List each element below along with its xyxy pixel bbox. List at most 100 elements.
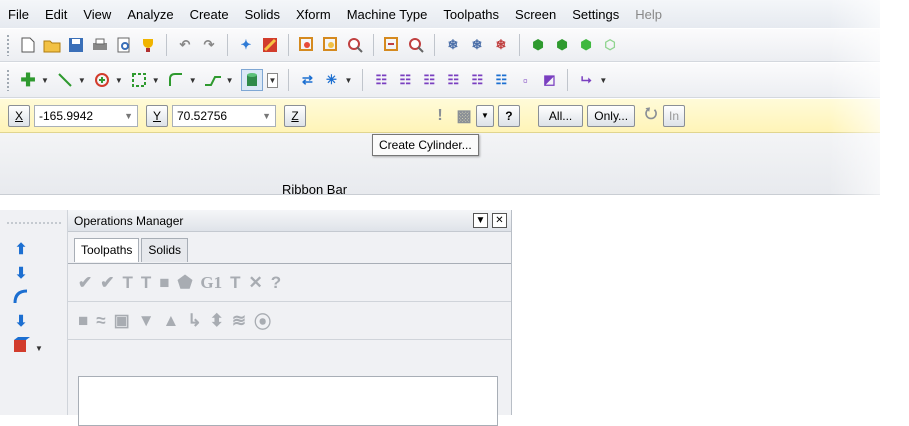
create-cylinder-icon[interactable]	[240, 69, 263, 91]
toggle-display-icon[interactable]: ≈	[96, 311, 105, 331]
shade-2-icon[interactable]: ⬢	[553, 36, 571, 54]
xform-3-icon[interactable]: ☷	[420, 71, 438, 89]
tab-toolpaths[interactable]: Toolpaths	[74, 238, 140, 262]
xform-2-icon[interactable]: ☷	[396, 71, 414, 89]
toolbar-grip[interactable]	[6, 222, 62, 224]
chevron-down-icon[interactable]: ▼	[599, 76, 607, 85]
fit-icon[interactable]: ✦	[237, 36, 255, 54]
move-up-icon[interactable]: ▲	[163, 311, 180, 331]
backplot-icon[interactable]: ■	[159, 273, 169, 293]
create-fillet-icon[interactable]	[167, 71, 185, 89]
help-icon[interactable]: ?	[497, 104, 520, 127]
print-icon[interactable]	[91, 36, 109, 54]
close-icon[interactable]: ✕	[492, 213, 507, 228]
xform-5-icon[interactable]: ☷	[468, 71, 486, 89]
xform-7-icon[interactable]: ▫	[516, 71, 534, 89]
chevron-down-icon[interactable]: ▼	[152, 76, 160, 85]
operations-tree[interactable]	[78, 376, 498, 426]
solid-cube-icon[interactable]	[12, 336, 30, 354]
tab-solids[interactable]: Solids	[141, 238, 189, 262]
gview-front-icon[interactable]: ❄	[468, 36, 486, 54]
new-file-icon[interactable]	[19, 36, 37, 54]
highfeed-icon[interactable]: T	[230, 273, 240, 293]
select-all-ops-icon[interactable]: ✔	[78, 273, 92, 293]
arrow-up-icon[interactable]: ⬆	[12, 240, 30, 258]
zoom-prev-icon[interactable]	[407, 36, 425, 54]
dimension-icon[interactable]: ⇄	[298, 71, 316, 89]
shade-3-icon[interactable]: ⬢	[577, 36, 595, 54]
trophy-icon[interactable]	[139, 36, 157, 54]
post-icon[interactable]: G1	[200, 273, 222, 293]
shade-4-icon[interactable]: ⬡	[601, 36, 619, 54]
menu-help[interactable]: Help	[635, 7, 662, 22]
menu-settings[interactable]: Settings	[572, 7, 619, 22]
shade-1-icon[interactable]: ⬢	[529, 36, 547, 54]
arrow-down-icon[interactable]: ⬇	[12, 264, 30, 282]
create-point-icon[interactable]: ✚	[19, 70, 37, 90]
select-only-button[interactable]: Only...	[587, 104, 636, 127]
lock-icon[interactable]: ■	[78, 311, 88, 331]
exclamation-icon[interactable]: !	[431, 107, 449, 125]
scroll-icon[interactable]: ⬍	[210, 311, 224, 331]
redo-icon[interactable]: ↷	[200, 36, 218, 54]
flag-icon[interactable]: ⦿	[254, 308, 271, 333]
xform-6-icon[interactable]: ☷	[492, 71, 510, 89]
chevron-down-icon[interactable]: ▼	[226, 76, 234, 85]
zoom-out-icon[interactable]	[346, 36, 364, 54]
chevron-down-icon[interactable]: ▼	[262, 111, 271, 121]
chevron-down-icon[interactable]: ▼	[344, 76, 352, 85]
chevron-down-icon[interactable]: ▼	[115, 76, 123, 85]
pin-dropdown-icon[interactable]: ▼	[473, 213, 488, 228]
move-down-icon[interactable]: ▼	[138, 311, 155, 331]
selection-icon[interactable]: ⭮	[642, 105, 660, 125]
xform-8-icon[interactable]: ◩	[540, 71, 558, 89]
asterisk-icon[interactable]: ✳	[322, 71, 340, 89]
xform-4-icon[interactable]: ☷	[444, 71, 462, 89]
chevron-down-icon[interactable]: ▼	[189, 76, 197, 85]
zoom-window-icon[interactable]	[298, 36, 316, 54]
select-invalid-ops-icon[interactable]: ✔	[100, 273, 114, 293]
gview-top-icon[interactable]: ❄	[444, 36, 462, 54]
chevron-down-icon[interactable]: ▼	[35, 344, 43, 353]
dropdown-button[interactable]: ▼	[476, 104, 494, 127]
insert-arrow-icon[interactable]: ↳	[187, 311, 201, 331]
arrow-down-blue-icon[interactable]: ⬇	[12, 312, 30, 330]
help-ops-icon[interactable]: ?	[271, 273, 281, 293]
regen-selected-icon[interactable]: T	[123, 273, 133, 293]
chevron-down-icon[interactable]: ▼	[41, 76, 49, 85]
x-coord-button[interactable]: X	[8, 104, 30, 127]
chevron-down-icon[interactable]: ▼	[78, 76, 86, 85]
xform-9-icon[interactable]: ⮡	[577, 71, 595, 89]
z-coord-button[interactable]: Z	[284, 104, 306, 127]
repaint-icon[interactable]	[261, 36, 279, 54]
print-preview-icon[interactable]	[115, 36, 133, 54]
menu-machine-type[interactable]: Machine Type	[347, 7, 428, 22]
gview-side-icon[interactable]: ❄	[492, 36, 510, 54]
y-coord-button[interactable]: Y	[146, 104, 168, 127]
create-rectangle-icon[interactable]	[130, 71, 148, 89]
y-coord-field[interactable]: 70.52756 ▼	[172, 104, 276, 127]
menu-solids[interactable]: Solids	[245, 7, 280, 22]
menu-create[interactable]: Create	[190, 7, 229, 22]
menu-file[interactable]: File	[8, 7, 29, 22]
select-all-button[interactable]: All...	[537, 104, 584, 127]
chevron-down-icon[interactable]: ▼	[124, 111, 133, 121]
trailing-button[interactable]: In	[663, 104, 686, 127]
save-icon[interactable]	[67, 36, 85, 54]
curve-icon[interactable]	[12, 288, 30, 306]
menu-view[interactable]: View	[83, 7, 111, 22]
menu-analyze[interactable]: Analyze	[127, 7, 173, 22]
toolbar-grip[interactable]	[6, 69, 10, 91]
undo-icon[interactable]: ↶	[176, 36, 194, 54]
toggle-post-icon[interactable]: ▣	[114, 311, 130, 331]
open-folder-icon[interactable]	[43, 36, 61, 54]
chevron-down-icon[interactable]: ▼	[266, 72, 279, 88]
xform-1-icon[interactable]: ☷	[372, 71, 390, 89]
create-line-icon[interactable]	[56, 71, 74, 89]
create-chamfer-icon[interactable]	[204, 71, 222, 89]
x-coord-field[interactable]: -165.9942 ▼	[34, 104, 138, 127]
toolbar-grip[interactable]	[6, 34, 10, 56]
zoom-minus-icon[interactable]	[383, 36, 401, 54]
zoom-target-icon[interactable]	[322, 36, 340, 54]
verify-icon[interactable]: ⬟	[178, 273, 193, 293]
